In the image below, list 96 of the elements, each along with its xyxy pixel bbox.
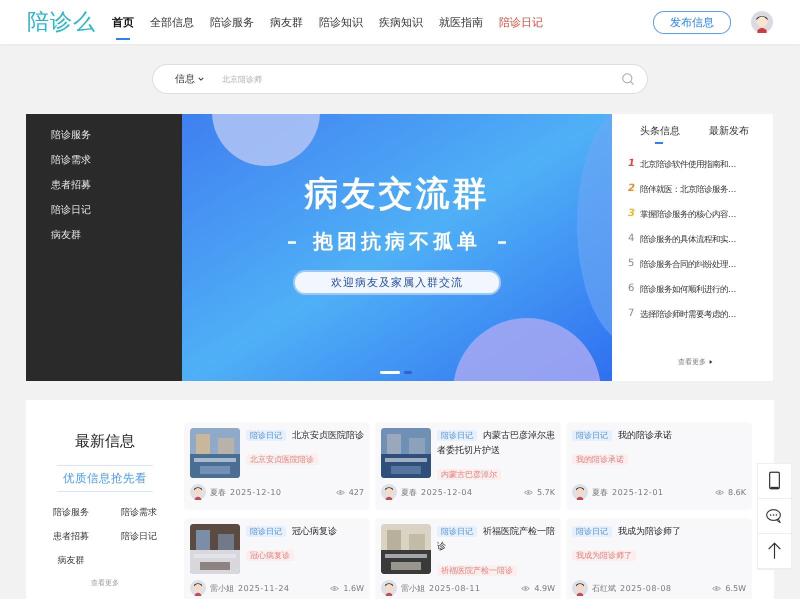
dash-mark: – (287, 228, 297, 254)
post-title[interactable]: 陪诊日记 内蒙古巴彦淖尔患者委托切片护送 (437, 428, 555, 459)
topic-tag: 祈福医院产检一陪诊 (437, 565, 517, 576)
news-link[interactable]: 掌握陪诊服务的核心内容… (640, 206, 736, 222)
post-title[interactable]: 陪诊日记 祈福医院产检一陪诊 (437, 524, 555, 555)
category-link[interactable]: 病友群 (41, 554, 101, 568)
post-date: 2025-12-10 (230, 488, 282, 496)
banner-caption: 欢迎病友及家属入群交流 (293, 270, 501, 295)
avatar-icon (381, 484, 397, 500)
eye-icon (336, 488, 345, 496)
rank-number: 7 (628, 307, 636, 321)
eye-icon (521, 584, 530, 592)
post-date: 2025-11-24 (238, 584, 290, 592)
eye-icon (330, 584, 340, 592)
author-name: 夏春 (401, 486, 417, 498)
news-link[interactable]: 北京陪诊软件使用指南和… (640, 156, 736, 172)
news-tab[interactable]: 最新发布 (709, 124, 749, 144)
dash-mark: – (497, 228, 507, 254)
scope-dropdown[interactable]: 信息 (175, 72, 204, 86)
post-card[interactable]: 陪诊日记 我的陪诊承诺 我的陪诊承诺 夏春 2025-12-01 8.6K (566, 422, 752, 510)
category-link[interactable]: 陪诊日记 (109, 530, 169, 544)
author-name: 夏春 (210, 486, 226, 498)
eye-icon (712, 584, 722, 592)
view-count: 1.6W (343, 584, 364, 592)
view-count: 6.5W (725, 584, 746, 592)
post-card[interactable]: 陪诊日记 内蒙古巴彦淖尔患者委托切片护送 内蒙古巴彦淖尔 夏春 2025-12-04 5.7K (375, 422, 561, 510)
banner[interactable]: 病友交流群 – 抱团抗病不孤单 – 欢迎病友及家属入群交流 (182, 114, 612, 381)
news-link[interactable]: 选择陪诊师时需要考虑的… (640, 306, 736, 322)
view-count: 5.7K (537, 488, 555, 496)
nav-link[interactable]: 就医指南 (439, 4, 483, 40)
rank-number: 2 (628, 182, 636, 196)
topic-tag: 内蒙古巴彦淖尔 (437, 469, 501, 480)
news-tab[interactable]: 头条信息 (640, 124, 680, 144)
nav-link[interactable]: 陪诊知识 (319, 4, 363, 40)
menu-item[interactable]: 患者招募 (51, 178, 91, 194)
publish-button[interactable]: 发布信息 (653, 10, 731, 34)
nav-link[interactable]: 陪诊服务 (210, 4, 254, 40)
post-date: 2025-08-08 (620, 584, 672, 592)
arrow-icon (709, 360, 713, 364)
menu-item[interactable]: 陪诊需求 (51, 153, 91, 169)
news-link[interactable]: 陪伴就医：北京陪诊服务… (640, 181, 736, 197)
avatar-icon (572, 580, 588, 596)
post-title[interactable]: 陪诊日记 北京安贞医院陪诊 (246, 428, 364, 444)
topic-tag: 冠心病复诊 (246, 550, 294, 561)
author-name: 雷小姐 (401, 582, 425, 594)
banner-subtitle: 抱团抗病不孤单 (313, 228, 481, 254)
post-card[interactable]: 陪诊日记 冠心病复诊 冠心病复诊 雷小姐 2025-11-24 1.6W (184, 518, 370, 599)
news-link[interactable]: 陪诊服务的具体流程和实… (640, 231, 736, 247)
menu-item[interactable]: 病友群 (51, 228, 81, 244)
menu-item[interactable]: 陪诊服务 (51, 128, 91, 144)
menu-item[interactable]: 陪诊日记 (51, 203, 91, 219)
topic-tag: 我的陪诊承诺 (572, 454, 628, 465)
category-link[interactable]: 患者招募 (41, 530, 101, 544)
banner-title: 病友交流群 (304, 174, 490, 214)
post-title[interactable]: 陪诊日记 我成为陪诊师了 (572, 524, 746, 540)
post-date: 2025-12-01 (612, 488, 664, 496)
section-title: 最新信息 (75, 432, 135, 451)
nav-link[interactable]: 病友群 (270, 4, 303, 40)
avatar-icon (381, 580, 397, 596)
rank-number: 4 (628, 232, 636, 246)
post-card[interactable]: 陪诊日记 祈福医院产检一陪诊 祈福医院产检一陪诊 雷小姐 2025-08-11 4.9W (375, 518, 561, 599)
rank-number: 6 (628, 282, 636, 296)
nav-link[interactable]: 疾病知识 (379, 4, 423, 40)
nav-link[interactable]: 全部信息 (150, 4, 194, 40)
post-title[interactable]: 陪诊日记 我的陪诊承诺 (572, 428, 746, 444)
post-title[interactable]: 陪诊日记 冠心病复诊 (246, 524, 364, 540)
post-card[interactable]: 陪诊日记 我成为陪诊师了 我成为陪诊师了 石红斌 2025-08-08 6.5W (566, 518, 752, 599)
topic-tag: 北京安贞医院陪诊 (246, 454, 318, 465)
avatar-icon (190, 484, 206, 500)
news-link[interactable]: 陪诊服务如何顺利进行的… (640, 281, 736, 297)
author-name: 石红斌 (592, 582, 616, 594)
post-date: 2025-12-04 (421, 488, 472, 496)
category-link[interactable]: 陪诊服务 (41, 506, 101, 520)
view-count: 8.6K (728, 488, 746, 496)
rank-number: 3 (628, 207, 636, 221)
post-card[interactable]: 陪诊日记 北京安贞医院陪诊 北京安贞医院陪诊 夏春 2025-12-10 427 (184, 422, 370, 510)
caret-icon (198, 76, 204, 82)
post-date: 2025-08-11 (429, 584, 480, 592)
eye-icon (524, 488, 534, 496)
rank-number: 5 (628, 257, 636, 271)
category-link[interactable]: 陪诊需求 (109, 506, 169, 520)
author-name: 夏春 (592, 486, 608, 498)
topic-tag: 我成为陪诊师了 (572, 550, 636, 561)
slogan-banner: 优质信息抢先看 (57, 465, 153, 492)
search-field[interactable]: 信息 北京陪诊师 (152, 64, 648, 94)
view-count: 427 (348, 488, 364, 496)
news-link[interactable]: 陪诊服务合同的纠纷处理… (640, 256, 736, 272)
nav-link[interactable]: 陪诊日记 (499, 4, 543, 40)
eye-icon (715, 488, 724, 496)
view-count: 4.9W (534, 584, 555, 592)
rank-number: 1 (628, 157, 636, 171)
avatar-icon (572, 484, 588, 500)
nav-link[interactable]: 首页 (112, 4, 134, 40)
author-name: 雷小姐 (210, 582, 234, 594)
avatar-icon (190, 580, 206, 596)
avatar-icon[interactable] (751, 11, 773, 33)
